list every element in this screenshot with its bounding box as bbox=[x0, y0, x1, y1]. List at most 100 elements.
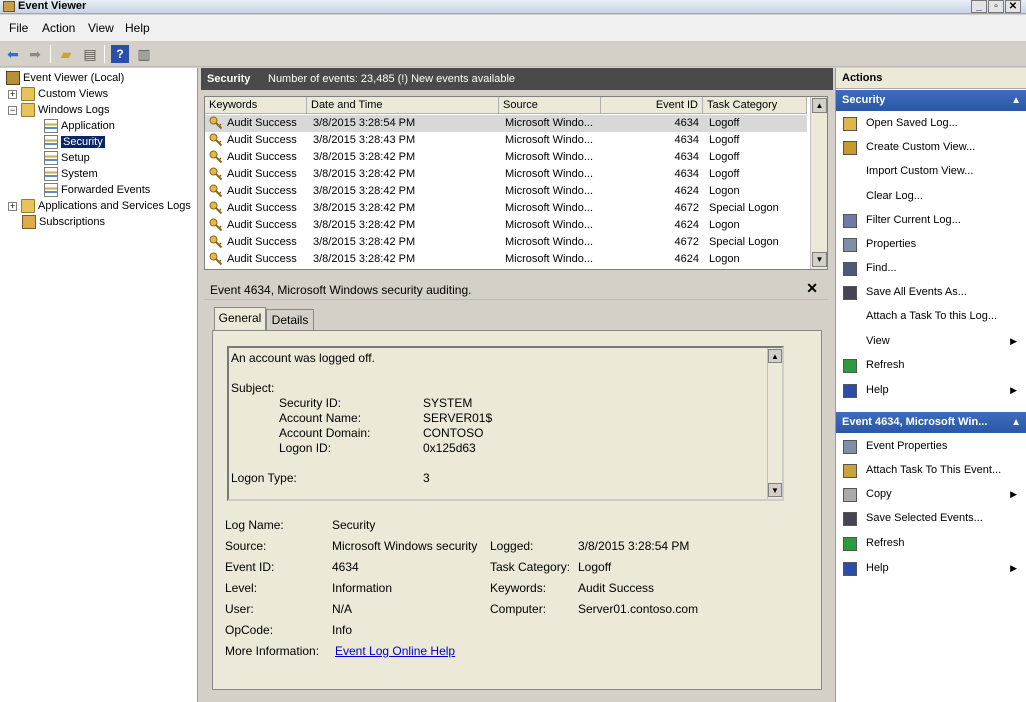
tree-item-applications-and-services-logs[interactable]: + Applications and Services Logs bbox=[8, 198, 191, 214]
cell-keywords: Audit Success bbox=[227, 117, 297, 129]
filter-icon bbox=[843, 214, 857, 228]
toolbar-separator bbox=[104, 45, 105, 63]
cell-event-id: 4634 bbox=[674, 151, 699, 163]
up-folder-icon[interactable]: ▰ bbox=[57, 45, 75, 63]
cell-task-category: Logon bbox=[709, 253, 740, 265]
show-hide-action-pane-icon[interactable]: ▥ bbox=[135, 45, 153, 63]
tree-item-application[interactable]: Application bbox=[44, 118, 115, 134]
level-label: Level: bbox=[225, 581, 258, 595]
column-header-keywords[interactable]: Keywords bbox=[205, 97, 307, 114]
show-hide-tree-icon[interactable]: ▤ bbox=[81, 45, 99, 63]
event-action-save-selected-events[interactable]: Save Selected Events... bbox=[836, 507, 1026, 530]
action-filter-current-log[interactable]: Filter Current Log... bbox=[836, 209, 1026, 232]
tree-item-forwarded-events[interactable]: Forwarded Events bbox=[44, 182, 150, 198]
collapse-icon[interactable]: − bbox=[8, 105, 17, 115]
tree-item-event-viewer-local[interactable]: Event Viewer (Local) bbox=[6, 70, 124, 86]
minimize-button[interactable]: _ bbox=[971, 0, 987, 13]
event-action-copy[interactable]: Copy ▶ bbox=[836, 483, 1026, 506]
tree-item-security[interactable]: Security bbox=[44, 134, 105, 150]
action-properties[interactable]: Properties bbox=[836, 233, 1026, 256]
tree-item-custom-views[interactable]: + Custom Views bbox=[8, 86, 108, 102]
folder-icon bbox=[21, 103, 35, 117]
action-label: Attach a Task To this Log... bbox=[866, 310, 998, 322]
task-category-label: Task Category: bbox=[490, 560, 571, 574]
column-header-date-time[interactable]: Date and Time bbox=[307, 97, 499, 114]
keywords-label: Keywords: bbox=[490, 581, 547, 595]
scroll-up-arrow-icon[interactable]: ▲ bbox=[768, 349, 782, 363]
tree-item-system[interactable]: System bbox=[44, 166, 98, 182]
menu-file[interactable]: File bbox=[9, 21, 28, 35]
actions-section-security[interactable]: Security ▲ bbox=[836, 90, 1026, 111]
actions-section-event[interactable]: Event 4634, Microsoft Win... ▲ bbox=[836, 412, 1026, 433]
event-action-help[interactable]: Help ▶ bbox=[836, 557, 1026, 580]
action-clear-log[interactable]: Clear Log... bbox=[836, 185, 1026, 208]
collapse-section-icon[interactable]: ▲ bbox=[1011, 412, 1021, 433]
cell-source: Microsoft Windo... bbox=[505, 219, 594, 231]
user-label: User: bbox=[225, 602, 254, 616]
column-header-source[interactable]: Source bbox=[499, 97, 601, 114]
cell-keywords: Audit Success bbox=[227, 151, 297, 163]
action-import-custom-view[interactable]: Import Custom View... bbox=[836, 160, 1026, 183]
tab-general[interactable]: General bbox=[214, 307, 266, 331]
table-row[interactable]: Audit Success 3/8/2015 3:28:43 PM Microsof… bbox=[205, 132, 807, 149]
expand-icon[interactable]: + bbox=[8, 89, 17, 99]
table-row[interactable]: Audit Success 3/8/2015 3:28:42 PM Microsof… bbox=[205, 234, 807, 251]
properties-icon bbox=[843, 238, 857, 252]
description-scrollbar[interactable]: ▲ ▼ bbox=[767, 348, 782, 499]
menu-help[interactable]: Help bbox=[125, 21, 150, 35]
column-header-event-id[interactable]: Event ID bbox=[601, 97, 703, 114]
scroll-down-arrow-icon[interactable]: ▼ bbox=[768, 483, 782, 497]
action-label: Save Selected Events... bbox=[866, 512, 983, 524]
tree-item-setup[interactable]: Setup bbox=[44, 150, 90, 166]
forward-arrow-icon[interactable]: ➡ bbox=[26, 45, 44, 63]
action-refresh[interactable]: Refresh bbox=[836, 354, 1026, 377]
event-action-refresh[interactable]: Refresh bbox=[836, 532, 1026, 555]
cell-event-id: 4634 bbox=[674, 134, 699, 146]
help-icon[interactable]: ? bbox=[111, 45, 129, 63]
table-row[interactable]: Audit Success 3/8/2015 3:28:42 PM Microsof… bbox=[205, 200, 807, 217]
tab-details[interactable]: Details bbox=[266, 309, 314, 331]
tree-item-windows-logs[interactable]: − Windows Logs bbox=[8, 102, 110, 118]
more-information-label: More Information: bbox=[225, 644, 320, 658]
table-row[interactable]: Audit Success 3/8/2015 3:28:54 PM Microsof… bbox=[205, 115, 807, 132]
table-row[interactable]: Audit Success 3/8/2015 3:28:42 PM Microsof… bbox=[205, 183, 807, 200]
cell-event-id: 4624 bbox=[674, 253, 699, 265]
event-action-attach-task-to-this-event[interactable]: Attach Task To This Event... bbox=[836, 459, 1026, 482]
action-find[interactable]: Find... bbox=[836, 257, 1026, 280]
table-row[interactable]: Audit Success 3/8/2015 3:28:42 PM Microsof… bbox=[205, 217, 807, 234]
event-description-box[interactable]: An account was logged off. Subject: Secu… bbox=[227, 346, 784, 501]
help-icon bbox=[843, 384, 857, 398]
maximize-button[interactable]: ▫ bbox=[988, 0, 1004, 13]
close-preview-icon[interactable]: ✕ bbox=[806, 280, 818, 297]
cell-event-id: 4624 bbox=[674, 219, 699, 231]
table-row[interactable]: Audit Success 3/8/2015 3:28:42 PM Microsof… bbox=[205, 149, 807, 166]
event-action-event-properties[interactable]: Event Properties bbox=[836, 435, 1026, 458]
grid-vertical-scrollbar[interactable]: ▲ ▼ bbox=[810, 97, 827, 269]
close-window-button[interactable]: ✕ bbox=[1005, 0, 1021, 13]
expand-icon[interactable]: + bbox=[8, 201, 17, 211]
table-row[interactable]: Audit Success 3/8/2015 3:28:42 PM Microsof… bbox=[205, 251, 807, 268]
audit-success-key-icon bbox=[209, 252, 223, 266]
cell-event-id: 4634 bbox=[674, 117, 699, 129]
tree-item-subscriptions[interactable]: Subscriptions bbox=[22, 214, 105, 230]
event-log-online-help-link[interactable]: Event Log Online Help bbox=[335, 644, 455, 658]
action-view[interactable]: View ▶ bbox=[836, 330, 1026, 353]
scroll-down-arrow-icon[interactable]: ▼ bbox=[812, 252, 827, 267]
menu-action[interactable]: Action bbox=[42, 21, 75, 35]
scroll-up-arrow-icon[interactable]: ▲ bbox=[812, 98, 827, 113]
log-name: Security bbox=[207, 73, 251, 85]
collapse-section-icon[interactable]: ▲ bbox=[1011, 90, 1021, 111]
action-open-saved-log[interactable]: Open Saved Log... bbox=[836, 112, 1026, 135]
action-save-all-events-as[interactable]: Save All Events As... bbox=[836, 281, 1026, 304]
column-header-task-category[interactable]: Task Category bbox=[703, 97, 807, 114]
cell-source: Microsoft Windo... bbox=[505, 236, 594, 248]
menu-view[interactable]: View bbox=[88, 21, 114, 35]
account-name-label: Account Name: bbox=[279, 411, 362, 425]
table-row[interactable]: Audit Success 3/8/2015 3:28:42 PM Microsof… bbox=[205, 166, 807, 183]
event-count: Number of events: 23,485 (!) New events … bbox=[268, 73, 516, 85]
cell-keywords: Audit Success bbox=[227, 185, 297, 197]
action-help[interactable]: Help ▶ bbox=[836, 379, 1026, 402]
action-create-custom-view[interactable]: Create Custom View... bbox=[836, 136, 1026, 159]
action-attach-a-task-to-this-log[interactable]: Attach a Task To this Log... bbox=[836, 305, 1026, 328]
back-arrow-icon[interactable]: ⬅ bbox=[4, 45, 22, 63]
